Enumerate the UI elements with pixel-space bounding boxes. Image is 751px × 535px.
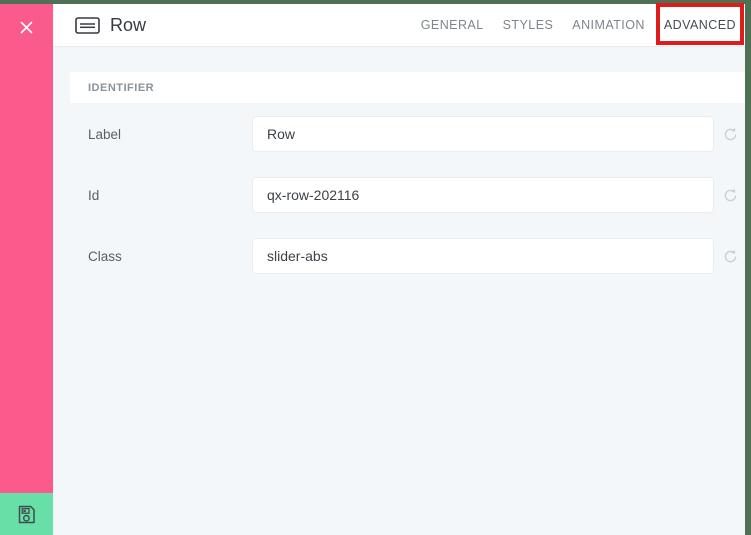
advanced-tab-content: IDENTIFIER Label Id Class	[53, 72, 745, 274]
identifier-section-header: IDENTIFIER	[70, 72, 745, 103]
tab-animation[interactable]: ANIMATION	[571, 12, 646, 38]
class-field-reset-button[interactable]	[722, 248, 739, 265]
label-field-input[interactable]	[252, 116, 714, 152]
id-field-reset-button[interactable]	[722, 187, 739, 204]
row-element-icon	[75, 16, 100, 34]
identifier-section-title: IDENTIFIER	[88, 81, 155, 94]
class-field-row: Class	[88, 238, 739, 274]
id-field-input[interactable]	[252, 177, 714, 213]
tab-bar: GENERAL STYLES ANIMATION ADVANCED	[420, 12, 737, 38]
refresh-icon	[724, 249, 737, 262]
label-field-row: Label	[88, 116, 739, 152]
element-settings-panel: Row GENERAL STYLES ANIMATION ADVANCED ID…	[53, 4, 745, 535]
refresh-icon	[724, 188, 737, 201]
class-field-label: Class	[88, 248, 122, 264]
sidebar	[0, 4, 53, 535]
tab-general[interactable]: GENERAL	[420, 12, 485, 38]
label-field-label: Label	[88, 126, 122, 142]
id-field-row: Id	[88, 177, 739, 213]
save-button[interactable]	[0, 493, 53, 535]
close-icon	[20, 21, 33, 33]
panel-header: Row GENERAL STYLES ANIMATION ADVANCED	[53, 4, 745, 47]
tab-styles[interactable]: STYLES	[502, 12, 555, 38]
save-floppy-icon	[18, 505, 35, 523]
frame-right-border	[745, 0, 751, 535]
class-field-input[interactable]	[252, 238, 714, 274]
close-button[interactable]	[0, 4, 53, 50]
id-field-label: Id	[88, 187, 100, 203]
refresh-icon	[724, 127, 737, 140]
panel-title: Row	[110, 14, 147, 35]
frame-top-border	[0, 0, 751, 4]
label-field-reset-button[interactable]	[722, 126, 739, 143]
tab-advanced[interactable]: ADVANCED	[663, 12, 737, 38]
